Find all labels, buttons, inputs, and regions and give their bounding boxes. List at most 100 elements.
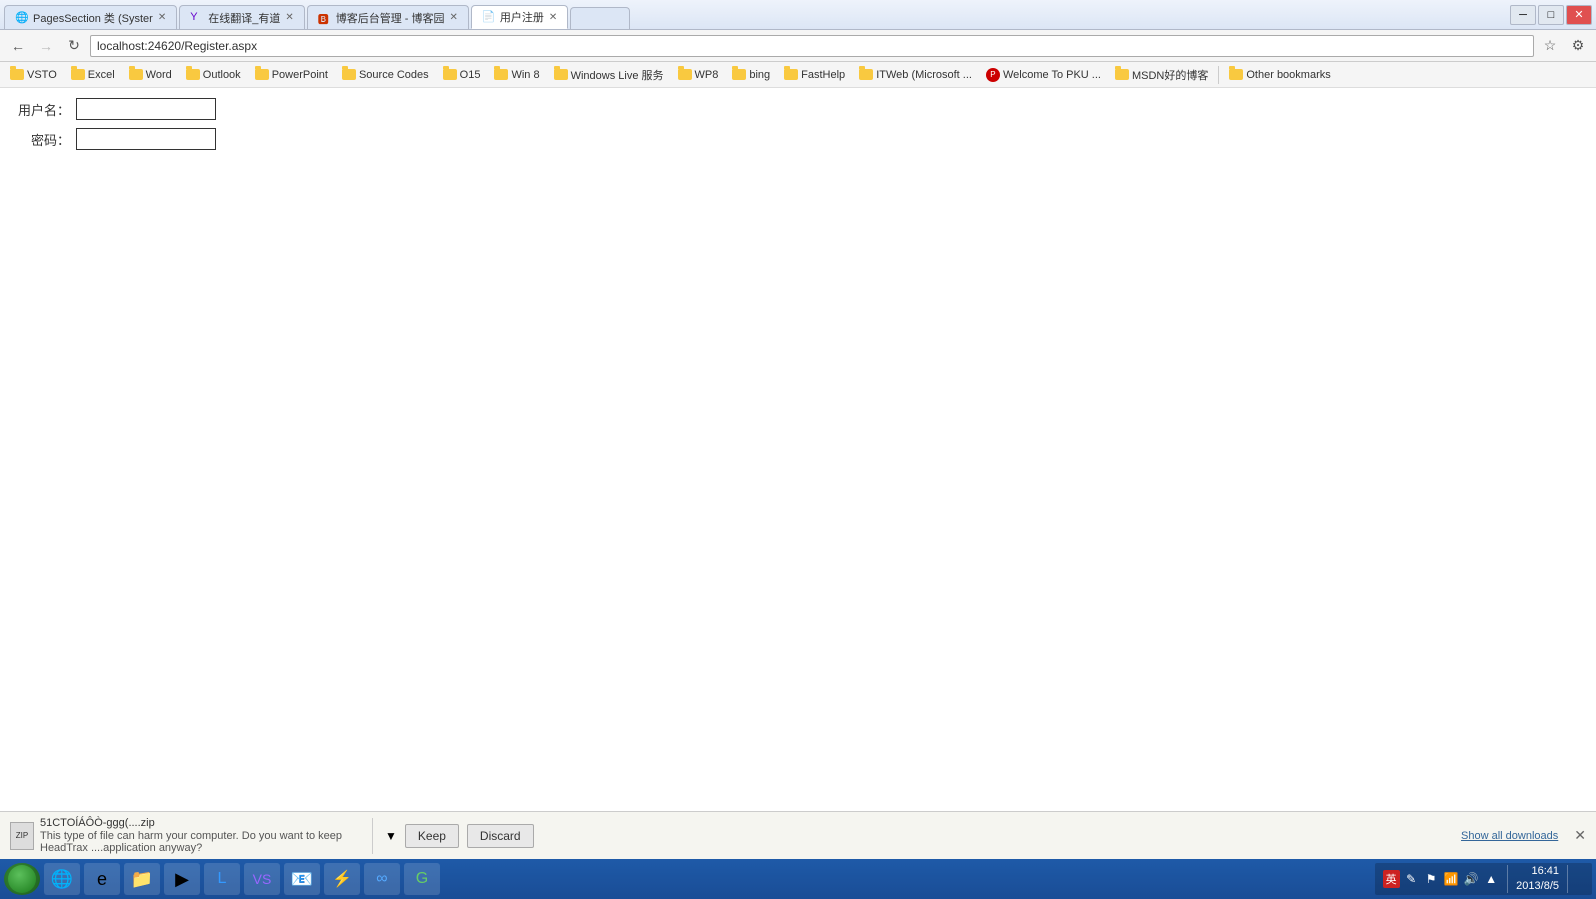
show-desktop[interactable] (1576, 871, 1584, 887)
main-content: 用户名： 密码： (0, 88, 1596, 811)
bookmark-win8[interactable]: Win 8 (488, 67, 545, 83)
clock-time: 16:41 (1516, 864, 1559, 879)
tab-3[interactable]: 🅱 博客后台管理 - 博客园 ✕ (307, 5, 469, 29)
bookmark-fasthelp[interactable]: FastHelp (778, 67, 851, 83)
username-label: 用户名： (15, 100, 70, 119)
ie-icon: e (97, 869, 107, 890)
app7-icon: ⚡ (332, 869, 352, 889)
download-expand-arrow[interactable]: ▼ (385, 829, 397, 843)
taskbar-explorer[interactable]: 📁 (124, 863, 160, 895)
tab4-close[interactable]: ✕ (549, 12, 557, 23)
bookmark-excel[interactable]: Excel (65, 67, 121, 83)
folder-icon (678, 69, 692, 80)
notification-icon[interactable]: ⚑ (1423, 871, 1439, 887)
folder-icon (554, 69, 568, 80)
discard-button[interactable]: Discard (467, 824, 534, 848)
folder-icon (71, 69, 85, 80)
bookmark-label: Win 8 (511, 69, 539, 81)
bookmark-outlook[interactable]: Outlook (180, 67, 247, 83)
vs-icon: VS (253, 871, 272, 887)
show-all-downloads[interactable]: Show all downloads (1461, 830, 1558, 842)
bookmark-windowslive[interactable]: Windows Live 服务 (548, 65, 670, 85)
media-icon: ▶ (175, 869, 189, 890)
close-button[interactable]: ✕ (1566, 5, 1592, 25)
minimize-button[interactable]: ─ (1510, 5, 1536, 25)
taskbar-outlook[interactable]: 📧 (284, 863, 320, 895)
bookmark-o15[interactable]: O15 (437, 67, 487, 83)
tab4-icon: 📄 (482, 10, 496, 24)
taskbar-vs[interactable]: VS (244, 863, 280, 895)
tab1-close[interactable]: ✕ (158, 12, 166, 23)
outlook-icon: 📧 (291, 869, 313, 890)
start-button[interactable] (4, 863, 40, 895)
bookmark-word[interactable]: Word (123, 67, 178, 83)
taskbar-chrome[interactable]: 🌐 (44, 863, 80, 895)
taskbar-app8[interactable]: ∞ (364, 863, 400, 895)
refresh-button[interactable]: ↻ (62, 34, 86, 58)
tab2-close[interactable]: ✕ (285, 12, 293, 23)
tab1-icon: 🌐 (15, 11, 29, 25)
bookmark-label: Other bookmarks (1246, 69, 1330, 81)
title-bar: 🌐 PagesSection 类 (Syster ✕ Y 在线翻译_有道 ✕ 🅱… (0, 0, 1596, 30)
taskbar-ie[interactable]: e (84, 863, 120, 895)
tab-4[interactable]: 📄 用户注册 ✕ (471, 5, 568, 29)
username-input[interactable] (76, 98, 216, 120)
folder-icon (784, 69, 798, 80)
bookmark-msdn[interactable]: MSDN好的博客 (1109, 65, 1214, 85)
app8-icon: ∞ (376, 870, 387, 888)
ime-label: 英 (1383, 870, 1400, 888)
tab-2[interactable]: Y 在线翻译_有道 ✕ (179, 5, 305, 29)
download-item: ZIP 51CTOÍÁÔÒ-ggg(....zip This type of f… (10, 817, 360, 854)
bookmark-label: bing (749, 69, 770, 81)
clock[interactable]: 16:41 2013/8/5 (1516, 864, 1559, 895)
input-icon[interactable]: ✎ (1403, 871, 1419, 887)
address-text: localhost:24620/Register.aspx (97, 39, 1527, 53)
folder-icon (443, 69, 457, 80)
bookmark-bing[interactable]: bing (726, 67, 776, 83)
bookmark-label: MSDN好的博客 (1132, 67, 1208, 83)
taskbar-app9[interactable]: G (404, 863, 440, 895)
bookmark-pku[interactable]: P Welcome To PKU ... (980, 66, 1107, 84)
bookmark-label: VSTO (27, 69, 57, 81)
tray-separator2 (1567, 865, 1568, 893)
tab2-icon: Y (190, 11, 204, 25)
tab1-label: PagesSection 类 (Syster (33, 10, 153, 26)
star-button[interactable]: ☆ (1538, 34, 1562, 58)
folder-icon (732, 69, 746, 80)
forward-button[interactable]: → (34, 34, 58, 58)
taskbar-app7[interactable]: ⚡ (324, 863, 360, 895)
taskbar-media[interactable]: ▶ (164, 863, 200, 895)
bookmark-wp8[interactable]: WP8 (672, 67, 725, 83)
bookmark-other[interactable]: Other bookmarks (1223, 67, 1336, 83)
bookmark-label: Windows Live 服务 (571, 67, 664, 83)
bookmark-itweb[interactable]: ITWeb (Microsoft ... (853, 67, 978, 83)
back-button[interactable]: ← (6, 34, 30, 58)
browser-window: 🌐 PagesSection 类 (Syster ✕ Y 在线翻译_有道 ✕ 🅱… (0, 0, 1596, 899)
maximize-button[interactable]: □ (1538, 5, 1564, 25)
tab3-label: 博客后台管理 - 博客园 (336, 10, 445, 26)
bookmark-powerpoint[interactable]: PowerPoint (249, 67, 334, 83)
tab3-close[interactable]: ✕ (450, 12, 458, 23)
navigation-bar: ← → ↻ localhost:24620/Register.aspx ☆ ⚙ (0, 30, 1596, 62)
tray-expand[interactable]: ▲ (1483, 871, 1499, 887)
ime-icon[interactable]: 英 (1383, 871, 1399, 887)
new-tab-area (570, 7, 630, 29)
download-bar-close[interactable]: ✕ (1574, 827, 1586, 844)
bookmark-source-codes[interactable]: Source Codes (336, 67, 435, 83)
network-icon[interactable]: 📶 (1443, 871, 1459, 887)
system-tray: 英 ✎ ⚑ 📶 🔊 ▲ 16:41 2013/8/5 (1375, 863, 1592, 895)
file-icon: ZIP (10, 822, 34, 850)
bookmark-vsto[interactable]: VSTO (4, 67, 63, 83)
password-input[interactable] (76, 128, 216, 150)
tab-1[interactable]: 🌐 PagesSection 类 (Syster ✕ (4, 5, 177, 29)
taskbar-app5[interactable]: L (204, 863, 240, 895)
chrome-icon: 🌐 (51, 869, 73, 890)
speaker-icon[interactable]: 🔊 (1463, 871, 1479, 887)
folder-icon (859, 69, 873, 80)
clock-date: 2013/8/5 (1516, 879, 1559, 894)
address-bar[interactable]: localhost:24620/Register.aspx (90, 35, 1534, 57)
password-label: 密码： (15, 130, 70, 149)
bookmark-label: O15 (460, 69, 481, 81)
tools-button[interactable]: ⚙ (1566, 34, 1590, 58)
keep-button[interactable]: Keep (405, 824, 459, 848)
